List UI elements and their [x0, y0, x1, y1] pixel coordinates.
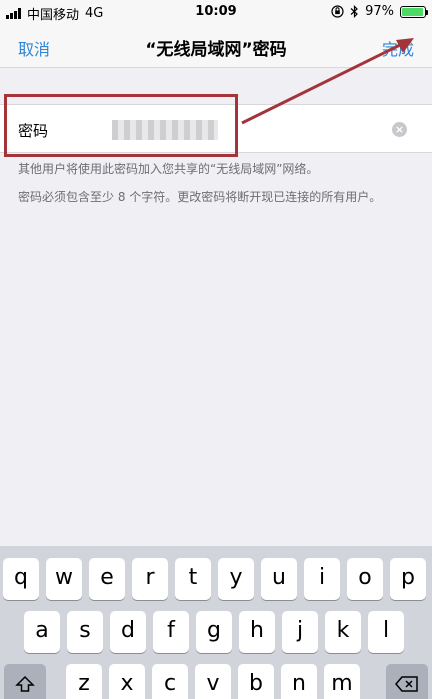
done-button[interactable]: 完成 [382, 36, 414, 60]
key-d[interactable]: d [110, 611, 146, 653]
key-q[interactable]: q [3, 558, 39, 600]
key-o[interactable]: o [347, 558, 383, 600]
key-s[interactable]: s [67, 611, 103, 653]
key-u[interactable]: u [261, 558, 297, 600]
key-w[interactable]: w [46, 558, 82, 600]
key-n[interactable]: n [281, 664, 317, 699]
annotation-highlight-box [4, 94, 238, 157]
key-p[interactable]: p [390, 558, 426, 600]
keyboard-row-3: zxcvbnm [0, 664, 432, 699]
key-c[interactable]: c [152, 664, 188, 699]
key-e[interactable]: e [89, 558, 125, 600]
lock-rotation-icon [331, 5, 344, 18]
keyboard-row-1: qwertyuiop [0, 558, 432, 600]
key-m[interactable]: m [324, 664, 360, 699]
key-x[interactable]: x [109, 664, 145, 699]
battery-fill [402, 7, 424, 16]
bluetooth-icon [350, 5, 358, 18]
keyboard: qwertyuiop asdfghjkl zxcvbnm [0, 546, 432, 699]
key-r[interactable]: r [132, 558, 168, 600]
status-bar: 中国移动 4G 10:09 97% [0, 0, 432, 24]
key-f[interactable]: f [153, 611, 189, 653]
keyboard-row-2: asdfghjkl [0, 611, 432, 653]
battery-percent: 97% [365, 4, 394, 19]
delete-icon[interactable] [386, 664, 428, 699]
shift-icon[interactable] [4, 664, 46, 699]
key-h[interactable]: h [239, 611, 275, 653]
key-j[interactable]: j [282, 611, 318, 653]
key-t[interactable]: t [175, 558, 211, 600]
clear-icon[interactable]: × [392, 122, 407, 137]
status-bar-right: 97% [331, 4, 428, 19]
key-k[interactable]: k [325, 611, 361, 653]
page-title: “无线局域网”密码 [145, 40, 287, 60]
key-g[interactable]: g [196, 611, 232, 653]
key-v[interactable]: v [195, 664, 231, 699]
key-a[interactable]: a [24, 611, 60, 653]
battery-icon [400, 5, 428, 18]
share-note: 其他用户将使用此密码加入您共享的“无线局域网”网络。 [18, 162, 319, 176]
password-requirement-note: 密码必须包含至少 8 个字符。更改密码将断开现已连接的所有用户。 [18, 190, 382, 204]
key-y[interactable]: y [218, 558, 254, 600]
key-b[interactable]: b [238, 664, 274, 699]
key-l[interactable]: l [368, 611, 404, 653]
navigation-bar: 取消 “无线局域网”密码 完成 [0, 24, 432, 68]
key-i[interactable]: i [304, 558, 340, 600]
key-z[interactable]: z [66, 664, 102, 699]
